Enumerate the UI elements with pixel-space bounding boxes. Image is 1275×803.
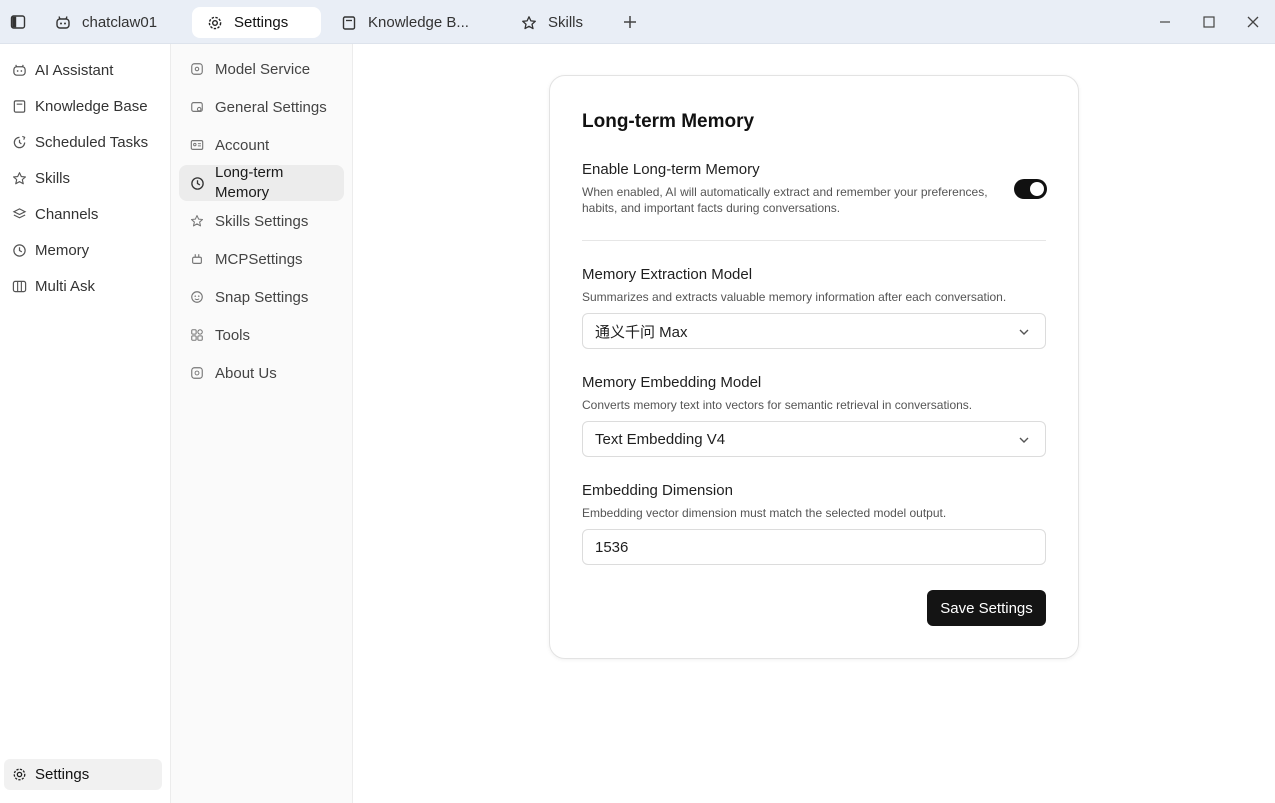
- tab-label: Knowledge B...: [368, 14, 469, 31]
- star-icon: [520, 14, 538, 32]
- input-value: 1536: [595, 538, 629, 556]
- app-sidebar: AI Assistant Knowledge Base Scheduled Ta…: [0, 44, 171, 803]
- enable-memory-label: Enable Long-term Memory: [582, 161, 760, 178]
- minimize-icon[interactable]: [1155, 12, 1175, 32]
- nav-item-general-settings[interactable]: General Settings: [179, 89, 344, 125]
- sidebar-item-label: Settings: [35, 766, 90, 783]
- plug-icon: [189, 251, 205, 267]
- nav-item-account[interactable]: Account: [179, 127, 344, 163]
- embedding-dimension-label: Embedding Dimension: [582, 482, 733, 499]
- nav-item-about-us[interactable]: About Us: [179, 355, 344, 391]
- star-icon: [189, 213, 205, 229]
- sidebar-toggle-icon[interactable]: [8, 12, 28, 32]
- enable-memory-desc-line2: habits, and important facts during conve…: [582, 201, 841, 215]
- sidebar-item-channels[interactable]: Channels: [4, 199, 162, 230]
- toggle-knob: [1030, 182, 1044, 196]
- maximize-icon[interactable]: [1199, 12, 1219, 32]
- nav-item-label: Long-term Memory: [215, 164, 284, 201]
- nav-item-snap-settings[interactable]: Snap Settings: [179, 279, 344, 315]
- model-icon: [189, 61, 205, 77]
- tab-knowledge-base[interactable]: Knowledge B...: [326, 7, 496, 38]
- snap-icon: [189, 289, 205, 305]
- tab-label: chatclaw01: [82, 14, 158, 31]
- extraction-model-select[interactable]: 通义千问 Max: [582, 313, 1046, 349]
- nav-item-label: About Us: [215, 364, 277, 382]
- info-icon: [189, 365, 205, 381]
- enable-memory-desc-line1: When enabled, AI will automatically extr…: [582, 185, 988, 199]
- chevron-down-icon: [1017, 433, 1031, 447]
- embedding-dimension-desc: Embedding vector dimension must match th…: [582, 506, 947, 520]
- sidebar-item-label: Skills: [35, 170, 71, 187]
- book-icon: [340, 14, 358, 32]
- nav-item-tools[interactable]: Tools: [179, 317, 344, 353]
- select-value: 通义千问 Max: [595, 323, 688, 341]
- tab-settings[interactable]: Settings: [192, 7, 321, 38]
- sidebar-item-label: Memory: [35, 242, 90, 259]
- sidebar-item-memory[interactable]: Memory: [4, 235, 162, 266]
- bot-icon: [54, 14, 72, 32]
- enable-memory-toggle[interactable]: [1014, 179, 1047, 199]
- embedding-dimension-input[interactable]: 1536: [582, 529, 1046, 565]
- save-settings-button[interactable]: Save Settings: [927, 590, 1046, 626]
- settings-nav: Model Service General Settings Account L…: [171, 44, 353, 803]
- clock-refresh-icon: [11, 135, 27, 151]
- sidebar-item-label: Multi Ask: [35, 278, 96, 295]
- sidebar-item-label: Channels: [35, 206, 99, 223]
- tools-icon: [189, 327, 205, 343]
- bot-icon: [11, 63, 27, 79]
- book-icon: [11, 99, 27, 115]
- embedding-model-desc: Converts memory text into vectors for se…: [582, 398, 973, 412]
- embedding-model-label: Memory Embedding Model: [582, 374, 762, 391]
- star-icon: [11, 171, 27, 187]
- nav-item-label: Model Service: [215, 60, 311, 78]
- sliders-icon: [189, 99, 205, 115]
- sidebar-item-label: Scheduled Tasks: [35, 134, 149, 151]
- tab-skills[interactable]: Skills: [506, 7, 606, 38]
- extraction-model-label: Memory Extraction Model: [582, 266, 753, 283]
- sidebar-item-label: Knowledge Base: [35, 98, 148, 115]
- clock-icon: [189, 175, 205, 191]
- nav-item-mcp-settings[interactable]: MCPSettings: [179, 241, 344, 277]
- close-icon[interactable]: [1243, 12, 1263, 32]
- tab-chatclaw01[interactable]: chatclaw01: [40, 7, 180, 38]
- nav-item-label: General Settings: [215, 98, 327, 116]
- nav-item-model-service[interactable]: Model Service: [179, 51, 344, 87]
- columns-icon: [11, 279, 27, 295]
- chevron-down-icon: [1017, 325, 1031, 339]
- embedding-model-select[interactable]: Text Embedding V4: [582, 421, 1046, 457]
- nav-item-skills-settings[interactable]: Skills Settings: [179, 203, 344, 239]
- select-value: Text Embedding V4: [595, 430, 726, 448]
- clock-icon: [11, 243, 27, 259]
- id-card-icon: [189, 137, 205, 153]
- sidebar-item-multi-ask[interactable]: Multi Ask: [4, 271, 162, 302]
- gear-icon: [206, 14, 224, 32]
- new-tab-plus-icon[interactable]: [620, 12, 640, 32]
- channels-icon: [11, 207, 27, 223]
- nav-item-label: Account: [215, 136, 270, 154]
- nav-item-label: Tools: [215, 326, 251, 344]
- title-bar: chatclaw01 Settings Knowledge B... Skill…: [0, 0, 1275, 44]
- sidebar-item-scheduled-tasks[interactable]: Scheduled Tasks: [4, 127, 162, 158]
- main-content: Long-term Memory Enable Long-term Memory…: [353, 44, 1275, 803]
- tab-label: Skills: [548, 14, 584, 31]
- sidebar-item-skills[interactable]: Skills: [4, 163, 162, 194]
- extraction-model-desc: Summarizes and extracts valuable memory …: [582, 290, 1007, 304]
- gear-icon: [11, 767, 27, 783]
- tab-label: Settings: [234, 14, 289, 31]
- nav-item-label: Skills Settings: [215, 212, 309, 230]
- long-term-memory-card: Long-term Memory Enable Long-term Memory…: [549, 75, 1079, 659]
- sidebar-item-knowledge-base[interactable]: Knowledge Base: [4, 91, 162, 122]
- divider: [582, 240, 1046, 241]
- card-title: Long-term Memory: [582, 111, 755, 132]
- sidebar-item-settings[interactable]: Settings: [4, 759, 162, 790]
- nav-item-label: Snap Settings: [215, 288, 309, 306]
- sidebar-item-label: AI Assistant: [35, 62, 114, 79]
- nav-item-label: MCPSettings: [215, 250, 303, 268]
- nav-item-long-term-memory[interactable]: Long-term Memory: [179, 164, 344, 201]
- sidebar-item-ai-assistant[interactable]: AI Assistant: [4, 55, 162, 86]
